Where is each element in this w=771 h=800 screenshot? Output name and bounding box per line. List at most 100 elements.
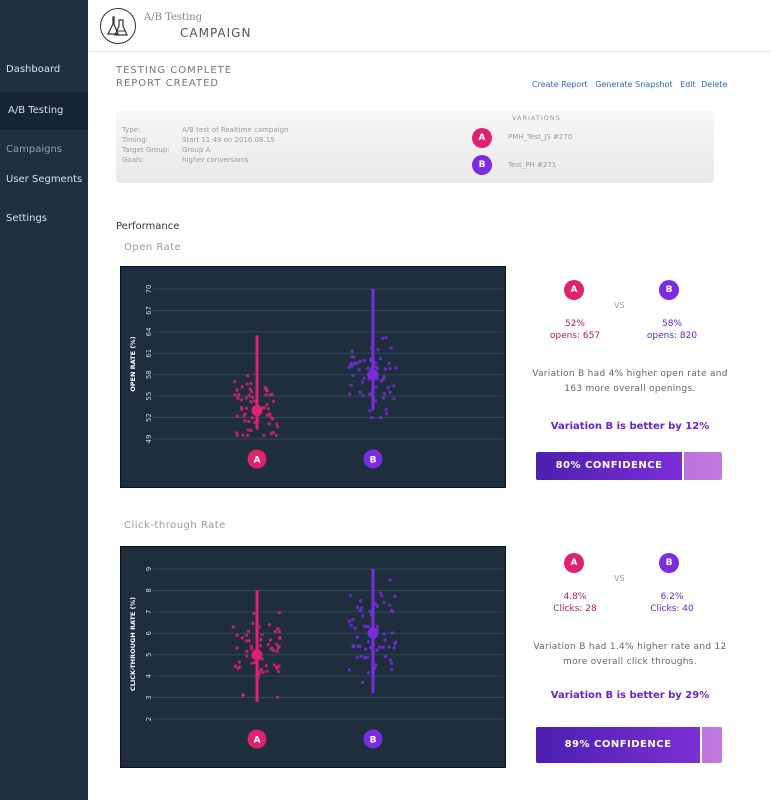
data-point [347, 668, 352, 672]
ctr-b-count: Clicks: 40 [650, 604, 694, 614]
category-label-a: A [254, 456, 261, 466]
data-point [246, 428, 250, 432]
data-point [348, 593, 353, 598]
target-group-value: Group A [182, 146, 211, 154]
data-point [246, 374, 250, 378]
ctr-winner: Variation B is better by 29% [550, 690, 710, 701]
sidebar-item-settings[interactable]: Settings [0, 213, 88, 224]
app-name: A/B Testing [144, 12, 203, 23]
y-tick-label: 9 [145, 567, 153, 571]
sidebar: Dashboard A/B Testing Campaigns User Seg… [0, 0, 88, 800]
data-point [387, 645, 392, 649]
data-point [366, 670, 371, 675]
y-tick-label: 6 [145, 631, 153, 636]
y-tick-label: 3 [145, 695, 153, 699]
data-point [240, 636, 245, 640]
data-point [277, 644, 281, 649]
data-point [349, 361, 353, 366]
data-point [245, 649, 249, 654]
test-status: TESTING COMPLETE REPORT CREATED [116, 64, 232, 90]
data-point [258, 644, 263, 648]
y-tick-label: 55 [145, 392, 153, 401]
data-point [250, 395, 255, 400]
sidebar-item-ab-testing[interactable]: A/B Testing [0, 92, 88, 130]
data-point [275, 422, 279, 426]
data-point [362, 358, 367, 363]
open-rate-confidence-label: 80% CONFIDENCE [555, 460, 663, 471]
data-point [362, 624, 366, 628]
data-point [374, 385, 378, 389]
data-point [232, 379, 237, 384]
data-point [355, 635, 360, 639]
data-point [384, 411, 389, 416]
ctr-plot: 2 3 4 5 6 7 8 9 CLICK-THROUGH RATE (%) A B [129, 567, 503, 749]
data-point [388, 390, 392, 394]
data-point [393, 642, 397, 646]
info-values: A/B test of Realtime campaign Start 11.4… [182, 125, 288, 165]
data-point [270, 417, 275, 421]
mean-marker-a [251, 649, 263, 661]
open-rate-b-stats: 58% opens: 820 [627, 318, 717, 342]
data-point [275, 666, 279, 671]
ctr-chart: 2 3 4 5 6 7 8 9 CLICK-THROUGH RATE (%) A B [120, 546, 506, 768]
ctr-summary: Variation B had 1.4% higher rate and 12 … [533, 642, 727, 667]
data-point [251, 621, 255, 626]
edit-link[interactable]: Edit [680, 80, 696, 89]
delete-link[interactable]: Delete [701, 80, 727, 89]
ctr-a-pct: 4.8% [563, 592, 587, 602]
data-point [273, 629, 278, 634]
data-point [264, 393, 268, 397]
data-point [392, 397, 396, 401]
data-point [360, 380, 365, 384]
data-point [368, 408, 372, 413]
y-tick-label: 49 [145, 435, 153, 444]
data-point [350, 349, 354, 353]
y-tick-label: 67 [145, 306, 153, 315]
open-rate-b-badge: B [659, 280, 679, 300]
mean-marker-b [367, 627, 379, 639]
data-point [383, 655, 388, 659]
sidebar-item-user-segments[interactable]: User Segments [0, 174, 88, 185]
data-point [260, 632, 264, 637]
data-point [370, 415, 374, 420]
data-point [351, 355, 356, 359]
data-point [244, 654, 249, 658]
data-point [394, 366, 399, 370]
status-line-1: TESTING COMPLETE [116, 65, 233, 76]
data-point [244, 406, 249, 410]
target-group-label: Target Group: [122, 146, 170, 154]
create-report-link[interactable]: Create Report [532, 80, 588, 89]
data-point [387, 361, 391, 366]
data-point [270, 646, 274, 651]
data-point [357, 368, 361, 372]
data-point [359, 599, 363, 603]
sidebar-item-dashboard[interactable]: Dashboard [0, 64, 88, 75]
data-point [265, 413, 270, 417]
variation-a-badge: A [472, 128, 492, 148]
y-tick-label: 2 [145, 717, 153, 721]
ctr-confidence-divider [700, 727, 702, 763]
sidebar-item-campaigns[interactable]: Campaigns [0, 144, 88, 155]
data-point [249, 390, 254, 394]
open-rate-title: Open Rate [124, 242, 182, 253]
data-point [380, 336, 385, 340]
open-rate-plot: 49 52 55 58 61 64 67 70 OPEN RATE (%) A B [129, 285, 503, 469]
y-tick-label: 52 [145, 413, 153, 422]
flask-icon[interactable] [100, 8, 136, 44]
data-point [244, 396, 249, 400]
type-label: Type: [122, 126, 141, 134]
data-point [236, 393, 241, 397]
data-point [351, 373, 355, 378]
data-point [384, 407, 388, 412]
data-point [249, 400, 253, 404]
data-point [389, 667, 394, 672]
data-point [347, 392, 352, 396]
open-rate-vs: VS [614, 301, 625, 310]
data-point [374, 365, 378, 369]
data-point [267, 422, 271, 426]
category-label-b: B [370, 456, 377, 466]
data-point [269, 431, 273, 436]
data-point [277, 630, 282, 634]
generate-snapshot-link[interactable]: Generate Snapshot [595, 80, 672, 89]
data-point [392, 384, 396, 388]
